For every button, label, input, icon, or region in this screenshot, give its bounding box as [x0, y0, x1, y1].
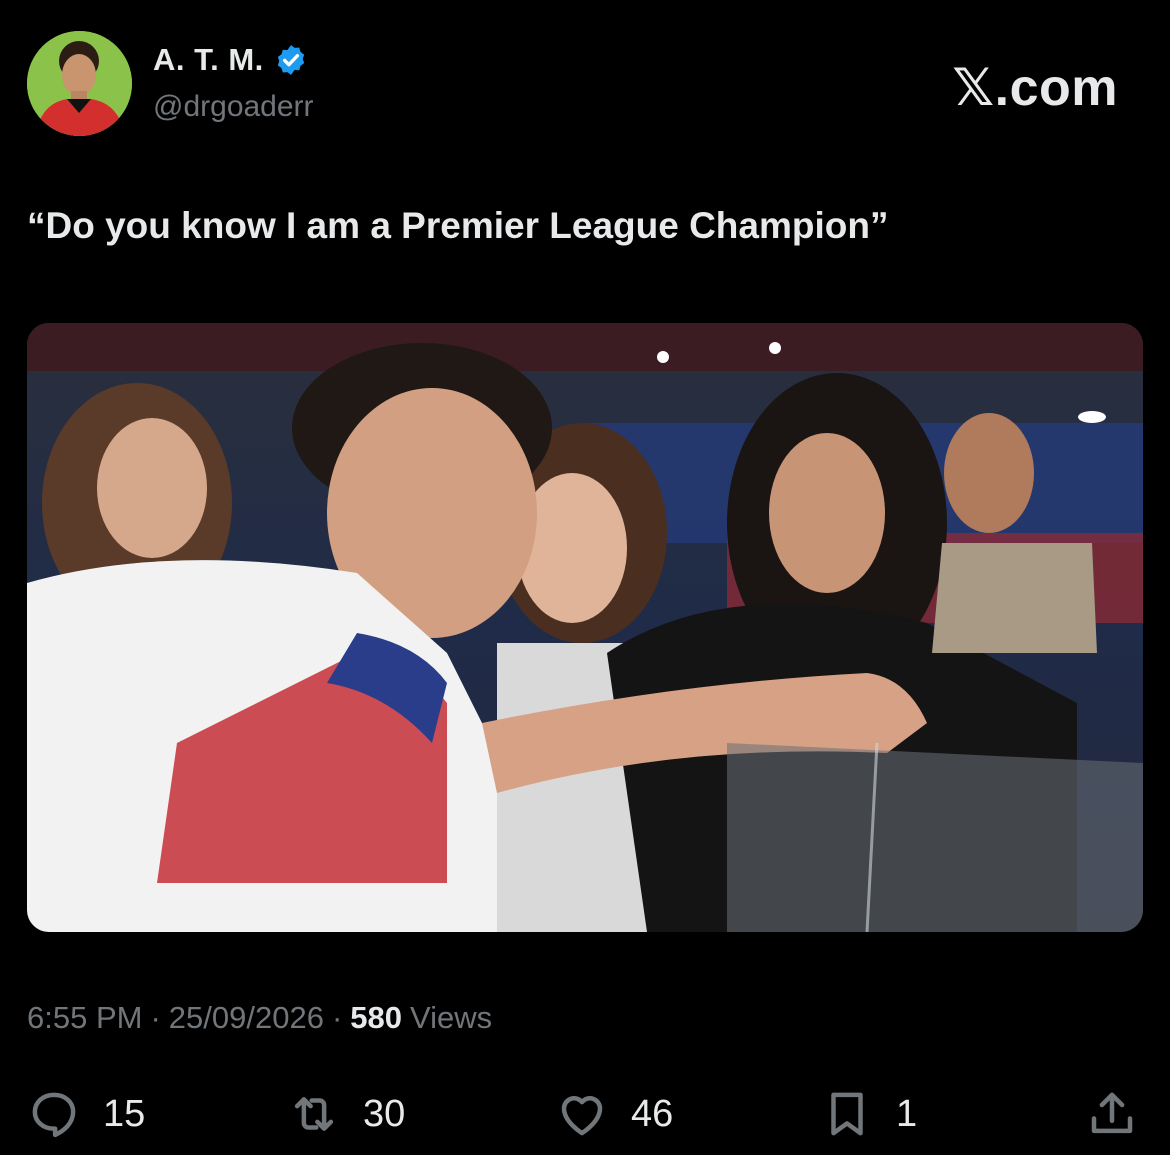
- retweet-icon: [294, 1097, 334, 1131]
- bookmark-button[interactable]: 1: [820, 1085, 917, 1143]
- like-count: 46: [631, 1092, 674, 1135]
- photo-illustration: [27, 323, 1143, 932]
- brand-logo: 𝕏.com: [952, 59, 1118, 117]
- author-display-name[interactable]: A. T. M.: [153, 42, 264, 78]
- tweet-time[interactable]: 6:55 PM: [27, 1000, 142, 1036]
- tweet-card: A. T. M. @drgoaderr 𝕏.com “Do you know I…: [0, 0, 1170, 1155]
- reply-count: 15: [103, 1092, 146, 1135]
- author-name[interactable]: A. T. M.: [153, 42, 308, 78]
- like-button[interactable]: 46: [555, 1085, 673, 1143]
- views-count: 580: [350, 1000, 402, 1035]
- tweet-date[interactable]: 25/09/2026: [169, 1000, 324, 1036]
- share-button[interactable]: [1085, 1085, 1139, 1143]
- meta-separator: ·: [150, 1000, 161, 1035]
- tweet-photo[interactable]: [27, 323, 1143, 932]
- bookmark-icon: [831, 1092, 863, 1136]
- meta-separator: ·: [331, 1000, 343, 1035]
- reply-button[interactable]: 15: [27, 1085, 145, 1143]
- tweet-text: “Do you know I am a Premier League Champ…: [27, 205, 889, 246]
- avatar[interactable]: [27, 31, 132, 136]
- tweet-meta: 6:55 PM · 25/09/2026 · 580 Views: [27, 1000, 492, 1036]
- views-label: Views: [410, 1000, 493, 1035]
- share-icon: [1091, 1092, 1133, 1134]
- reply-icon: [32, 1092, 76, 1138]
- retweet-button[interactable]: 30: [287, 1085, 405, 1143]
- author-handle[interactable]: @drgoaderr: [153, 90, 314, 124]
- action-bar: 15 30 46 1: [0, 1085, 1170, 1145]
- retweet-count: 30: [363, 1092, 406, 1135]
- heart-icon: [561, 1096, 603, 1136]
- bookmark-count: 1: [896, 1092, 918, 1135]
- verified-badge-icon: [274, 43, 308, 77]
